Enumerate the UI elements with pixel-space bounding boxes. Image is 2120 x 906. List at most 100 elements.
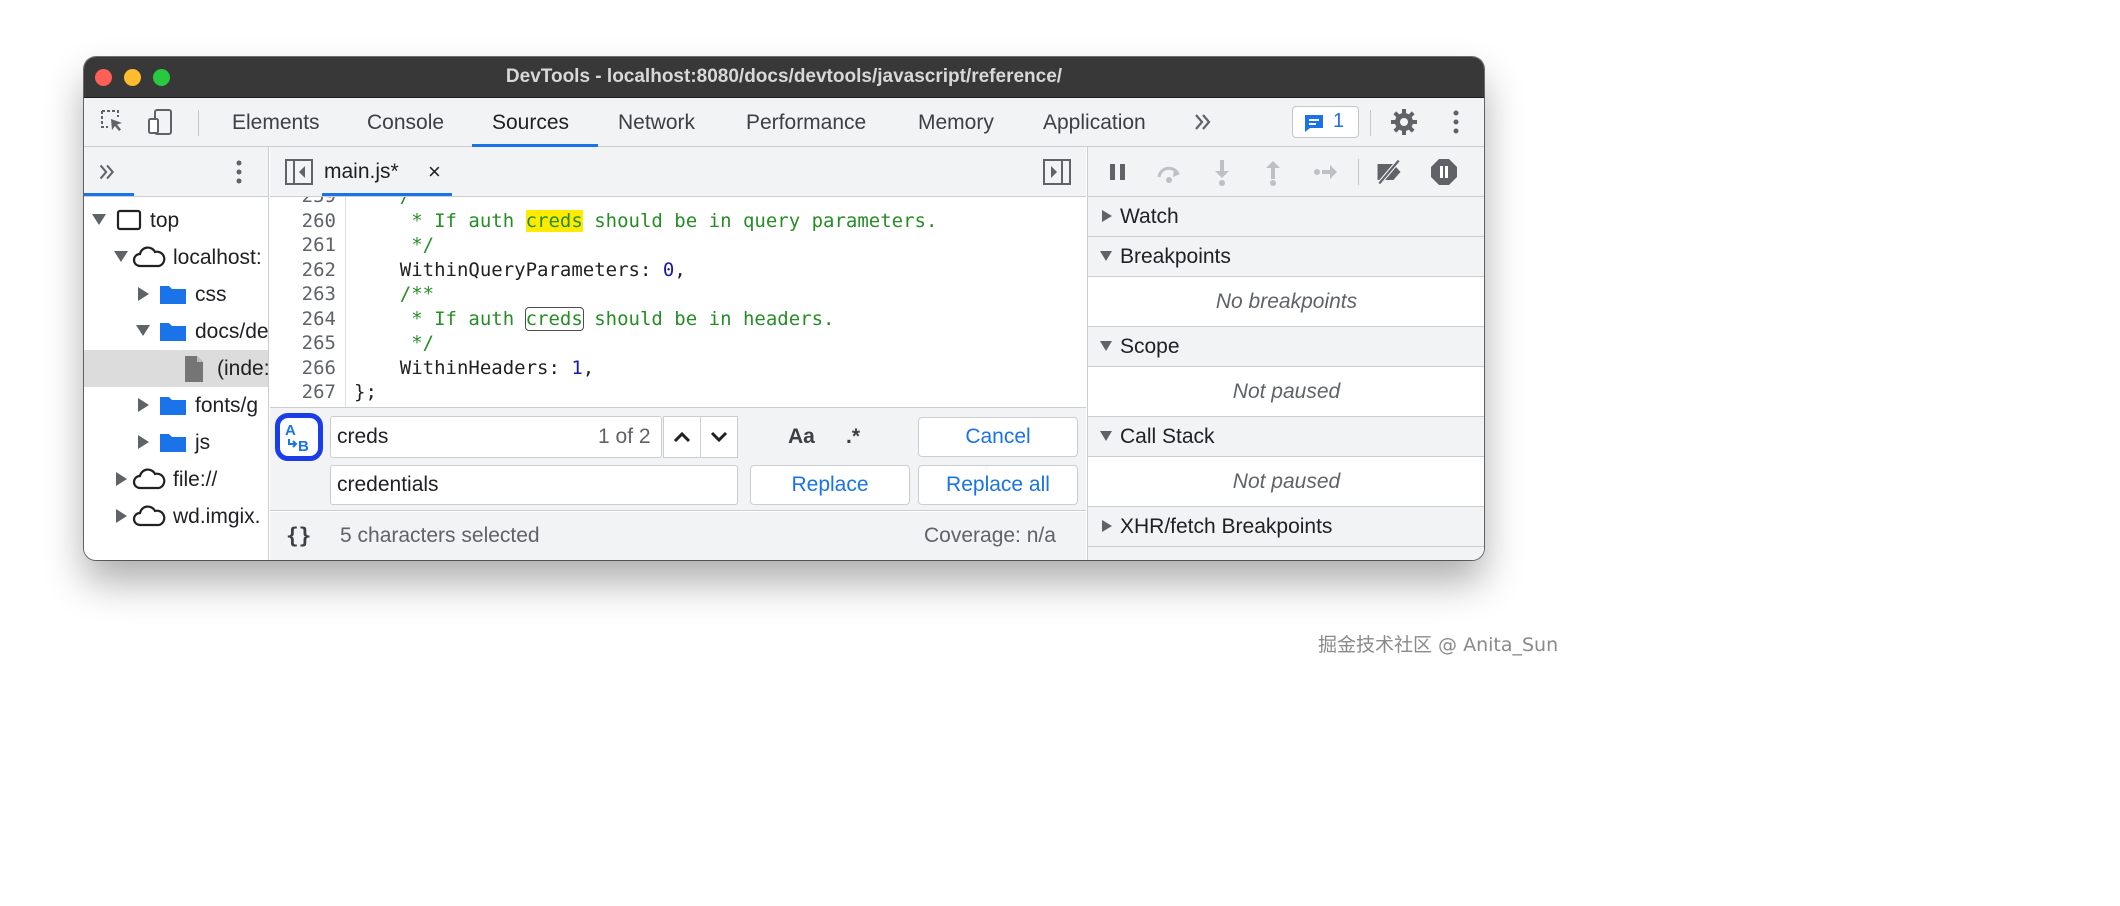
step-icon[interactable] bbox=[1310, 157, 1340, 187]
issues-count: 1 bbox=[1333, 110, 1345, 132]
collapsed-arrow-icon[interactable] bbox=[138, 287, 149, 301]
line-number[interactable]: 262 bbox=[270, 258, 336, 283]
editor-status-bar: {} 5 characters selected Coverage: n/a bbox=[270, 512, 1086, 560]
code-line[interactable]: 263 /** bbox=[270, 282, 1086, 307]
tab-network[interactable]: Network bbox=[616, 98, 697, 147]
more-options-icon[interactable] bbox=[1441, 107, 1471, 137]
next-match-button[interactable] bbox=[700, 416, 738, 458]
line-source: */ bbox=[354, 233, 434, 258]
line-source: */ bbox=[354, 331, 434, 356]
file-icon bbox=[185, 356, 203, 382]
collapsed-arrow-icon[interactable] bbox=[138, 398, 149, 412]
tree-item-fonts[interactable]: fonts/g bbox=[84, 387, 268, 424]
step-out-icon[interactable] bbox=[1258, 157, 1288, 187]
code-token: WithinHeaders: bbox=[354, 356, 572, 379]
collapsed-arrow-icon[interactable] bbox=[116, 509, 127, 523]
cloud-icon bbox=[132, 505, 166, 527]
code-token: should be in query parameters. bbox=[582, 209, 938, 232]
section-call-stack[interactable]: Call Stack bbox=[1088, 417, 1484, 457]
section-label: Watch bbox=[1120, 205, 1179, 228]
line-number[interactable]: 265 bbox=[270, 331, 336, 356]
file-tab-main-js[interactable]: main.js* bbox=[324, 147, 399, 197]
code-token: 0 bbox=[662, 258, 675, 281]
tab-memory[interactable]: Memory bbox=[916, 98, 996, 147]
tree-item-top[interactable]: top bbox=[84, 202, 268, 239]
line-number[interactable]: 263 bbox=[270, 282, 336, 307]
toggle-navigator-icon[interactable] bbox=[284, 158, 314, 186]
more-options-icon[interactable] bbox=[224, 157, 254, 187]
line-number[interactable]: 264 bbox=[270, 307, 336, 332]
tree-item-css[interactable]: css bbox=[84, 276, 268, 313]
code-editor-pane: main.js* × 259 /**260 * If auth creds sh… bbox=[270, 147, 1086, 560]
step-over-icon[interactable] bbox=[1154, 157, 1184, 187]
pretty-print-button[interactable]: {} bbox=[286, 512, 311, 560]
code-line[interactable]: 260 * If auth creds should be in query p… bbox=[270, 209, 1086, 234]
collapsed-arrow-icon[interactable] bbox=[138, 435, 149, 449]
collapsed-arrow-icon[interactable] bbox=[116, 472, 127, 486]
pause-icon[interactable] bbox=[1103, 157, 1133, 187]
code-area[interactable]: 259 /**260 * If auth creds should be in … bbox=[270, 197, 1086, 407]
gear-icon[interactable] bbox=[1389, 107, 1419, 137]
code-line[interactable]: 264 * If auth creds should be in headers… bbox=[270, 306, 1086, 332]
expand-arrow-icon bbox=[1100, 251, 1112, 261]
close-icon[interactable]: × bbox=[428, 147, 441, 197]
section-xhr-breakpoints[interactable]: XHR/fetch Breakpoints bbox=[1088, 507, 1484, 547]
line-number[interactable]: 261 bbox=[270, 233, 336, 258]
tree-item-index[interactable]: (inde: bbox=[84, 350, 268, 387]
code-line[interactable]: 262 WithinQueryParameters: 0, bbox=[270, 258, 1086, 283]
folder-icon bbox=[160, 397, 186, 415]
replace-input[interactable]: credentials bbox=[330, 465, 738, 505]
line-number[interactable]: 267 bbox=[270, 380, 336, 405]
tab-performance[interactable]: Performance bbox=[744, 98, 868, 147]
expand-arrow-icon[interactable] bbox=[114, 251, 128, 262]
tree-item-localhost[interactable]: localhost: bbox=[84, 239, 268, 276]
replace-button[interactable]: Replace bbox=[750, 465, 910, 505]
issues-button[interactable]: 1 bbox=[1292, 106, 1359, 138]
toggle-debugger-icon[interactable] bbox=[1042, 158, 1072, 186]
toolbar-separator bbox=[1370, 110, 1371, 136]
chevron-double-right-icon[interactable] bbox=[1188, 107, 1218, 137]
tree-item-file[interactable]: file:// bbox=[84, 461, 268, 498]
code-line[interactable]: 259 /** bbox=[270, 197, 1086, 209]
code-line[interactable]: 265 */ bbox=[270, 331, 1086, 356]
code-line[interactable]: 261 */ bbox=[270, 233, 1086, 258]
tree-item-docs[interactable]: docs/de bbox=[84, 313, 268, 350]
tree-item-label: css bbox=[195, 283, 227, 306]
deactivate-breakpoints-icon[interactable] bbox=[1374, 157, 1404, 187]
section-watch[interactable]: Watch bbox=[1088, 197, 1484, 237]
replace-all-button[interactable]: Replace all bbox=[918, 465, 1078, 505]
line-number[interactable]: 266 bbox=[270, 356, 336, 381]
tab-application[interactable]: Application bbox=[1041, 98, 1148, 147]
step-into-icon[interactable] bbox=[1207, 157, 1237, 187]
section-scope[interactable]: Scope bbox=[1088, 327, 1484, 367]
line-source: /** bbox=[354, 282, 434, 307]
chevron-double-right-icon[interactable] bbox=[94, 158, 122, 186]
expand-arrow-icon[interactable] bbox=[92, 214, 106, 225]
replace-toggle-button[interactable]: A B bbox=[275, 413, 323, 461]
device-toolbar-icon[interactable] bbox=[146, 107, 176, 137]
tree-item-js[interactable]: js bbox=[84, 424, 268, 461]
tab-console[interactable]: Console bbox=[365, 98, 446, 147]
section-breakpoints[interactable]: Breakpoints bbox=[1088, 237, 1484, 277]
expand-arrow-icon[interactable] bbox=[136, 325, 150, 336]
line-number[interactable]: 260 bbox=[270, 209, 336, 234]
inspect-element-icon[interactable] bbox=[98, 107, 128, 137]
match-case-button[interactable]: Aa bbox=[788, 425, 815, 449]
svg-text:A: A bbox=[285, 422, 296, 439]
line-number[interactable]: 259 bbox=[270, 197, 336, 209]
navigator-tab-indicator bbox=[84, 193, 134, 196]
code-line[interactable]: 266 WithinHeaders: 1, bbox=[270, 356, 1086, 381]
tab-elements[interactable]: Elements bbox=[230, 98, 322, 147]
previous-match-button[interactable] bbox=[663, 416, 701, 458]
cancel-button[interactable]: Cancel bbox=[918, 417, 1078, 457]
file-tab-indicator bbox=[322, 193, 452, 196]
tree-item-label: fonts/g bbox=[195, 394, 259, 417]
screenshot-stage: DevTools - localhost:8080/docs/devtools/… bbox=[0, 0, 1568, 666]
tree-item-imgix[interactable]: wd.imgix. bbox=[84, 498, 268, 535]
code-token: 1 bbox=[571, 356, 583, 379]
pause-on-exceptions-icon[interactable] bbox=[1429, 157, 1459, 187]
tab-sources[interactable]: Sources bbox=[490, 98, 571, 147]
code-line[interactable]: 267}; bbox=[270, 380, 1086, 405]
code-token: should be in headers. bbox=[582, 307, 835, 330]
regex-button[interactable]: .* bbox=[846, 425, 860, 449]
